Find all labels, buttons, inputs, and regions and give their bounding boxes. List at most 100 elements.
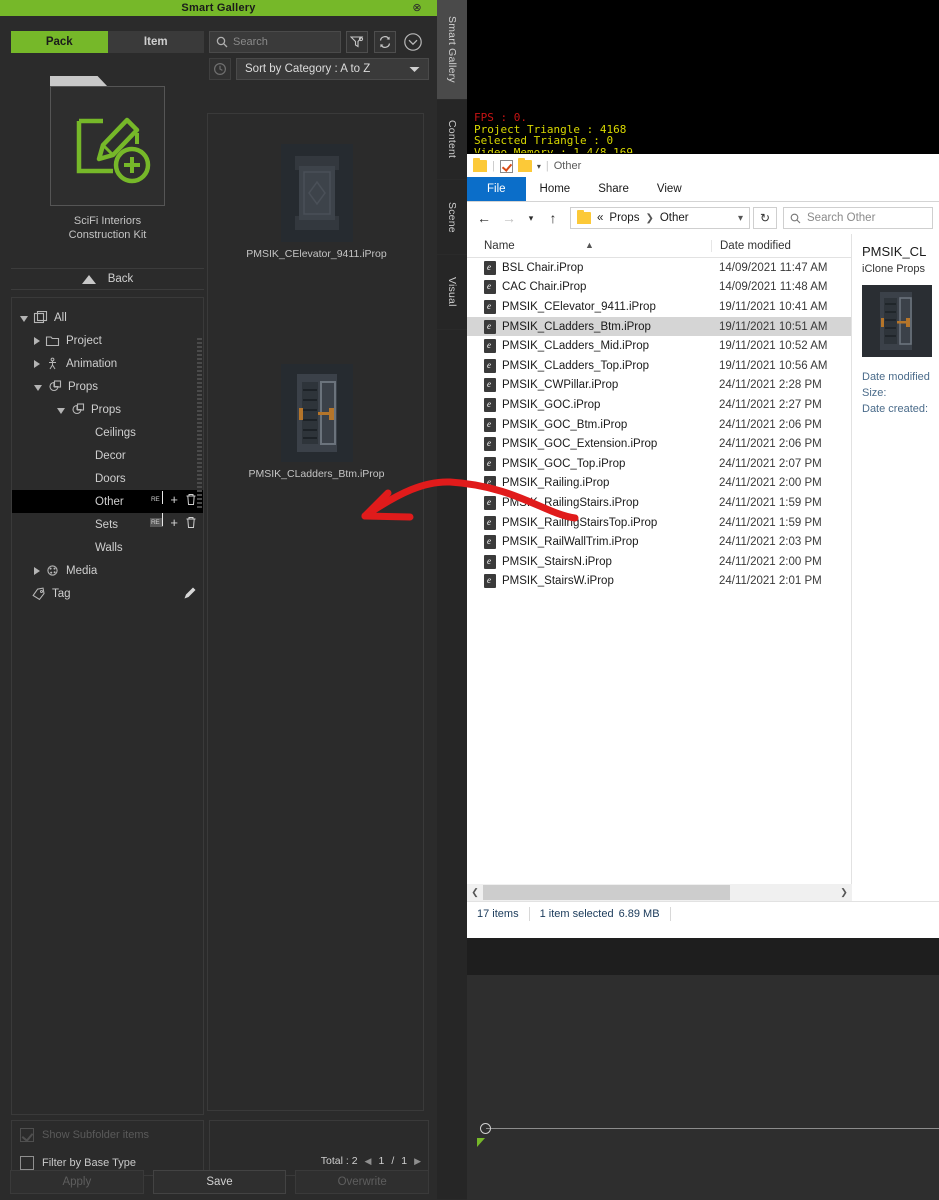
tree-item-all[interactable]: All [12,306,203,329]
table-row[interactable]: PMSIK_CWPillar.iProp 24/11/2021 2:28 PM [467,376,851,396]
file-list[interactable]: Name ▲ Date modified BSL Chair.iProp 14/0… [467,234,852,901]
filter-icon-button[interactable] [346,31,368,53]
back-icon[interactable]: ← [473,206,495,230]
back-button[interactable]: Back [11,268,204,290]
scroll-left-icon[interactable]: ❮ [467,887,483,898]
overwrite-button[interactable]: Overwrite [295,1170,430,1194]
pencil-icon[interactable] [183,586,197,600]
tree-item-animation[interactable]: Animation [12,352,203,375]
explorer-search-field[interactable]: Search Other [783,207,933,229]
table-row[interactable]: PMSIK_StairsN.iProp 24/11/2021 2:00 PM [467,552,851,572]
address-bar[interactable]: « Props ❯ Other ▾ [570,207,750,229]
table-row[interactable]: PMSIK_GOC_Extension.iProp 24/11/2021 2:06… [467,434,851,454]
tab-item[interactable]: Item [107,31,204,53]
table-row[interactable]: PMSIK_CLadders_Btm.iProp 19/11/2021 10:51… [467,316,851,337]
chevron-down-icon[interactable] [20,315,28,322]
up-icon[interactable]: ↑ [542,206,564,230]
tree-item-tag[interactable]: Tag [12,582,203,605]
next-page-icon[interactable]: ▶ [414,1156,421,1167]
timeline-knob[interactable] [480,1123,491,1134]
breadcrumb-other[interactable]: Other [660,212,689,224]
vtab-smart-gallery[interactable]: Smart Gallery [437,0,467,100]
tree-item-media[interactable]: Media [12,559,203,582]
tab-file[interactable]: File [467,177,526,201]
vtab-content[interactable]: Content [437,100,467,180]
table-row[interactable]: PMSIK_RailingStairs.iProp 24/11/2021 1:59… [467,493,851,513]
chevron-down-icon[interactable] [34,384,42,391]
table-row[interactable]: CAC Chair.iProp 14/09/2021 11:48 AM [467,278,851,298]
table-row[interactable]: PMSIK_GOC.iProp 24/11/2021 2:27 PM [467,395,851,415]
pack-card[interactable]: SciFi Interiors Construction Kit [11,61,204,261]
new-folder-icon[interactable] [517,158,532,172]
more-options-button[interactable] [402,31,424,53]
delete-icon[interactable] [185,493,197,506]
search-input[interactable] [233,36,333,48]
tree-item-props-sub[interactable]: Props [12,398,203,421]
tree-item-other[interactable]: Other RE + [12,490,203,513]
sort-dropdown[interactable]: Sort by Category : A to Z [236,58,429,80]
tree-item-decor[interactable]: Decor [12,444,203,467]
thumbnail-item[interactable]: PMSIK_CLadders_Btm.iProp [208,364,425,481]
chevron-right-icon[interactable] [34,359,40,368]
recent-history-button[interactable] [209,58,231,80]
chevron-right-icon[interactable] [34,336,40,345]
tab-home[interactable]: Home [526,177,585,201]
thumbnail-item[interactable]: PMSIK_CElevator_9411.iProp [208,144,425,261]
filter-base-type-checkbox[interactable] [20,1156,34,1170]
scroll-right-icon[interactable]: ❯ [836,887,852,898]
tree-item-sets[interactable]: Sets RE + [12,513,203,536]
show-subfolder-checkbox[interactable] [20,1128,34,1142]
timeline-bar[interactable] [467,1120,939,1160]
rename-icon[interactable]: RE [151,491,164,504]
table-row[interactable]: PMSIK_StairsW.iProp 24/11/2021 2:01 PM [467,572,851,592]
tab-share[interactable]: Share [584,177,643,201]
thumbnail-grid[interactable]: PMSIK_CElevator_9411.iProp PMSIK_CLadder… [207,113,424,1111]
tree-item-ceilings[interactable]: Ceilings [12,421,203,444]
chevron-right-icon[interactable] [34,566,40,575]
tree-item-props[interactable]: Props [12,375,203,398]
vtab-visual[interactable]: Visual [437,255,467,330]
chevron-down-icon[interactable] [57,407,65,414]
tree-item-project[interactable]: Project [12,329,203,352]
breadcrumb-props[interactable]: Props [609,212,639,224]
apply-button[interactable]: Apply [10,1170,144,1194]
table-row[interactable]: PMSIK_CLadders_Top.iProp 19/11/2021 10:56… [467,356,851,376]
table-row[interactable]: PMSIK_RailingStairsTop.iProp 24/11/2021 1… [467,513,851,533]
category-tree[interactable]: All Project Animation Props Props Ceilin… [11,297,204,1115]
forward-icon[interactable]: → [498,206,520,230]
save-button[interactable]: Save [152,1170,287,1194]
option-show-subfolder[interactable]: Show Subfolder items [12,1121,203,1149]
rename-icon[interactable]: RE [149,513,164,527]
customize-caret-icon[interactable]: ▾ [537,162,541,171]
column-header-name[interactable]: Name ▲ [467,240,711,252]
recent-locations-icon[interactable]: ▾ [523,206,539,230]
add-icon[interactable]: + [170,516,178,529]
horizontal-scrollbar[interactable]: ❮ ❯ [467,884,852,901]
search-field[interactable] [209,31,341,53]
refresh-icon[interactable]: ↻ [753,207,777,229]
folder-icon[interactable] [473,158,487,172]
table-row[interactable]: PMSIK_RailWallTrim.iProp 24/11/2021 2:03 … [467,532,851,552]
delete-icon[interactable] [185,516,197,529]
table-row[interactable]: PMSIK_Railing.iProp 24/11/2021 2:00 PM [467,474,851,494]
table-row[interactable]: PMSIK_CElevator_9411.iProp 19/11/2021 10:… [467,297,851,317]
tab-view[interactable]: View [643,177,696,201]
table-row[interactable]: PMSIK_GOC_Btm.iProp 24/11/2021 2:06 PM [467,415,851,435]
tree-item-doors[interactable]: Doors [12,467,203,490]
scrollbar-thumb[interactable] [483,885,730,900]
chevron-down-icon[interactable]: ▾ [738,213,743,224]
refresh-icon-button[interactable] [374,31,396,53]
close-icon[interactable]: ⊗ [411,2,423,14]
vtab-scene[interactable]: Scene [437,180,467,255]
column-header-date[interactable]: Date modified [711,239,851,252]
tree-item-walls[interactable]: Walls [12,536,203,559]
prev-page-icon[interactable]: ◀ [365,1156,372,1167]
add-icon[interactable]: + [170,493,178,506]
table-row[interactable]: PMSIK_GOC_Top.iProp 24/11/2021 2:07 PM [467,454,851,474]
table-row[interactable]: PMSIK_CLadders_Mid.iProp 19/11/2021 10:52… [467,336,851,356]
properties-icon[interactable] [499,159,513,173]
tab-pack[interactable]: Pack [11,31,108,53]
table-row[interactable]: BSL Chair.iProp 14/09/2021 11:47 AM [467,258,851,278]
timeline-track[interactable] [486,1128,939,1129]
tree-scrollbar[interactable] [197,338,202,508]
